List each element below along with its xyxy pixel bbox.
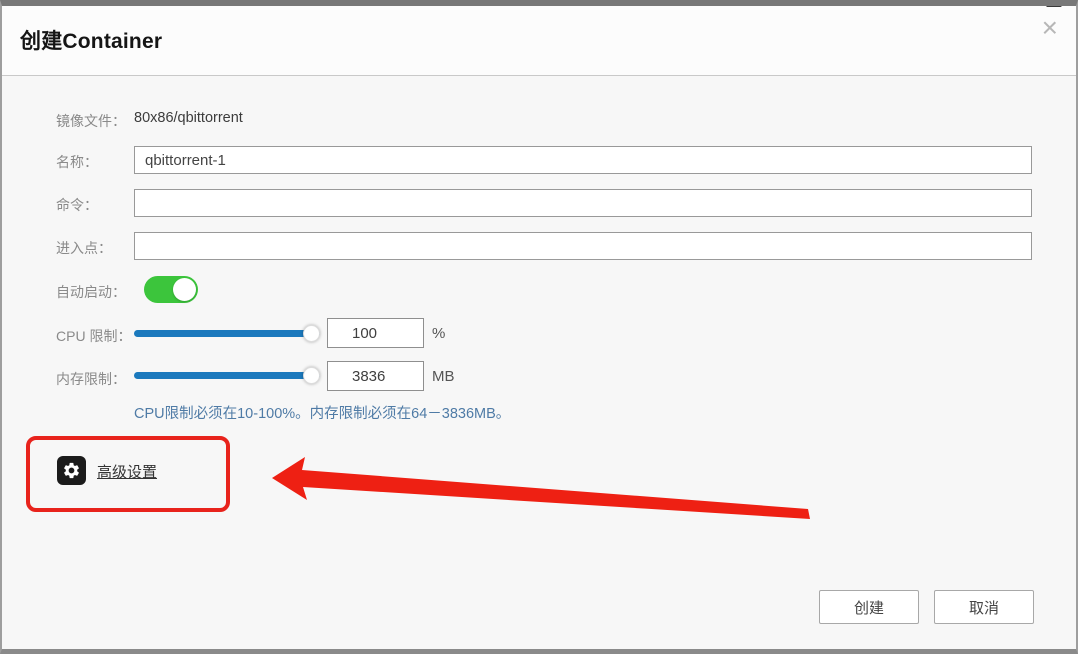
cpu-slider-track <box>134 330 320 337</box>
image-file-value: 80x86/qbittorrent <box>134 110 243 126</box>
dialog-body: 镜像文件： 80x86/qbittorrent 名称： 命令： 进入点： 自动启… <box>4 82 1074 644</box>
memory-limit-input[interactable] <box>327 361 424 391</box>
cpu-limit-label: CPU 限制： <box>56 328 132 344</box>
gear-icon[interactable] <box>57 456 86 485</box>
toggle-knob-icon <box>173 278 196 301</box>
autostart-toggle[interactable] <box>144 276 198 303</box>
cursor-artifact <box>1046 6 1062 7</box>
name-label: 名称： <box>56 154 98 170</box>
cancel-button[interactable]: 取消 <box>934 590 1034 624</box>
memory-slider-handle[interactable] <box>303 367 320 384</box>
entrypoint-label: 进入点： <box>56 240 112 256</box>
cpu-limit-input[interactable] <box>327 318 424 348</box>
command-input[interactable] <box>134 189 1032 217</box>
advanced-settings-highlight-box: 高级设置 <box>26 436 230 512</box>
memory-slider[interactable] <box>134 367 320 384</box>
cpu-slider-handle[interactable] <box>303 325 320 342</box>
command-label: 命令： <box>56 197 98 213</box>
close-icon[interactable]: × <box>1038 10 1062 46</box>
autostart-label: 自动启动： <box>56 284 126 300</box>
memory-unit-label: MB <box>432 368 455 385</box>
name-input[interactable] <box>134 146 1032 174</box>
create-button[interactable]: 创建 <box>819 590 919 624</box>
create-container-dialog: 创建Container × 镜像文件： 80x86/qbittorrent 名称… <box>0 0 1078 654</box>
dialog-title: 创建Container <box>20 30 163 53</box>
entrypoint-input[interactable] <box>134 232 1032 260</box>
memory-slider-track <box>134 372 320 379</box>
cpu-slider[interactable] <box>134 325 320 342</box>
cpu-unit-label: % <box>432 325 446 342</box>
memory-limit-label: 内存限制： <box>56 371 126 387</box>
image-file-label: 镜像文件： <box>56 113 126 129</box>
advanced-settings-link[interactable]: 高级设置 <box>97 461 157 482</box>
dialog-header: 创建Container × <box>2 6 1076 76</box>
limits-hint-text: CPU限制必须在10-100%。内存限制必须在64－3836MB。 <box>134 406 511 422</box>
